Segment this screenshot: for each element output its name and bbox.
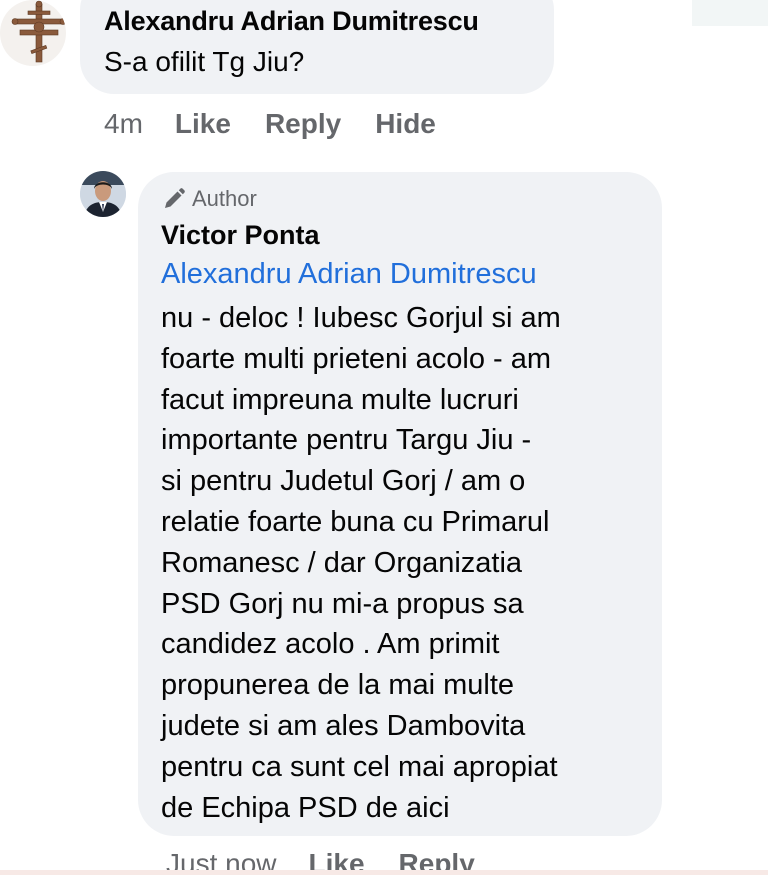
reply-author-name[interactable]: Victor Ponta [161,220,320,251]
reply-text-line: judete si am ales Dambovita [161,709,526,742]
reply-text-line: foarte multi prieteni acolo - am [161,342,552,375]
reply-text-line: propunerea de la mai multe [161,669,515,702]
reply-text-line: de Echipa PSD de aici [161,791,450,824]
comment-timestamp[interactable]: 4m [104,108,143,140]
comment-thread: Alexandru Adrian Dumitrescu S-a ofilit T… [0,0,768,875]
profile-photo-icon [80,171,126,217]
author-badge-label: Author [192,186,257,211]
reply-text-line: importante pentru Targu Jiu - [161,424,532,457]
reply-text-line: si pentru Judetul Gorj / am o [161,465,526,498]
reply-text-line: Romanesc / dar Organizatia [161,546,523,579]
corner-background [692,0,768,26]
hide-button[interactable]: Hide [375,108,436,140]
reply-button[interactable]: Reply [265,108,341,140]
mention-link[interactable]: Alexandru Adrian Dumitrescu [161,258,537,291]
comment-author-name[interactable]: Alexandru Adrian Dumitrescu [104,6,479,37]
comment-actions: 4m Like Reply Hide [104,108,470,140]
reply-text-line: relatie foarte buna cu Primarul [161,505,550,538]
reply-text-line: pentru ca sunt cel mai apropiat [161,750,558,783]
author-badge: Author [162,186,257,212]
reply-text-line: facut impreuna multe lucruri [161,383,519,416]
avatar-victor-ponta[interactable] [80,171,126,217]
comment-text: S-a ofilit Tg Jiu? [104,46,305,77]
reply-text-line: PSD Gorj nu mi-a propus sa [161,587,524,620]
reply-text: nu - deloc ! Iubesc Gorjul si am foarte … [161,298,651,828]
like-button[interactable]: Like [175,108,231,140]
orthodox-cross-icon [11,0,66,63]
reply-text-line: candidez acolo . Am primit [161,628,500,661]
pencil-icon [165,188,185,208]
reply-text-line: nu - deloc ! Iubesc Gorjul si am [161,302,561,334]
bottom-edge [0,870,768,875]
avatar-alexandru[interactable] [0,0,66,66]
